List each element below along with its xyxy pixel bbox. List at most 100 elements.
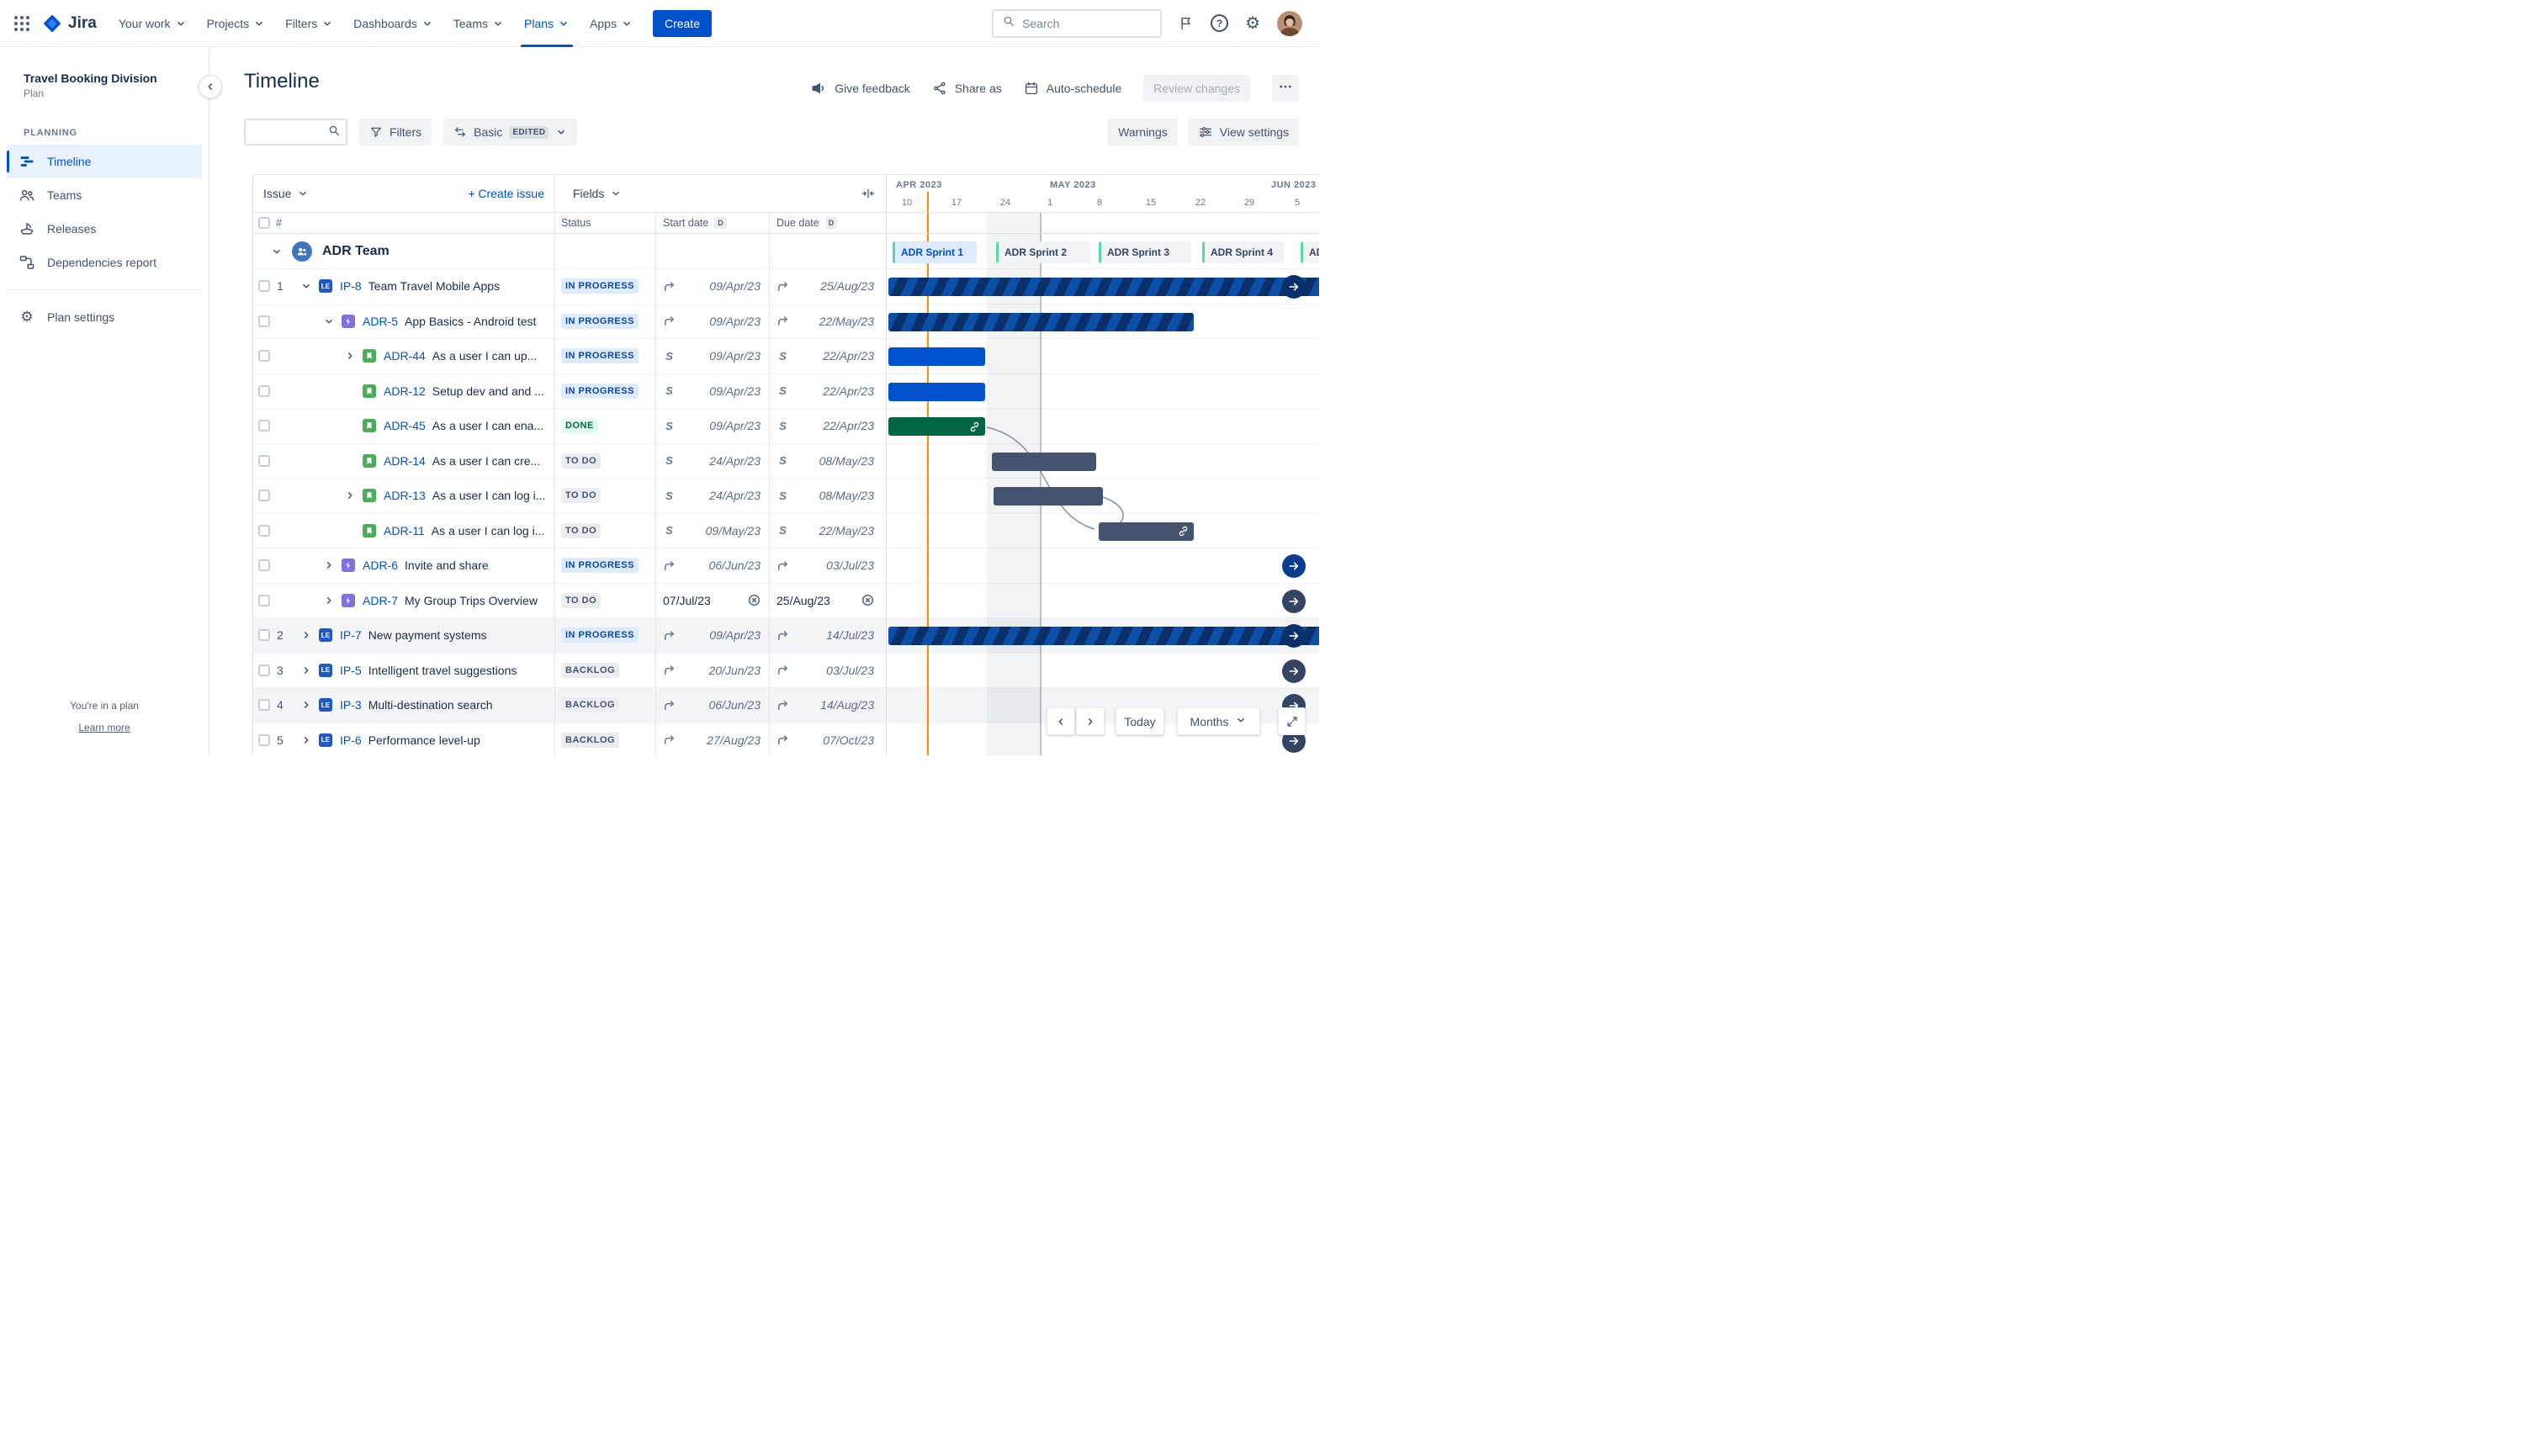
date-value[interactable]: 22/Apr/23 xyxy=(823,384,874,398)
date-value[interactable]: 09/Apr/23 xyxy=(709,279,761,293)
bar-continues-icon[interactable] xyxy=(1282,275,1306,299)
expand-chevron-icon[interactable] xyxy=(299,628,313,642)
issue-key-link[interactable]: ADR-5 xyxy=(363,315,398,328)
status-cell[interactable]: IN PROGRESS xyxy=(554,269,655,304)
date-value[interactable]: 09/Apr/23 xyxy=(709,628,761,642)
issue-key-link[interactable]: ADR-7 xyxy=(363,594,398,607)
nav-item-filters[interactable]: Filters xyxy=(275,0,343,47)
issue-key-link[interactable]: ADR-13 xyxy=(384,489,426,502)
bar-offscreen-icon[interactable] xyxy=(1282,554,1306,578)
dependency-link-icon[interactable] xyxy=(1178,526,1189,537)
sidebar-item-releases[interactable]: Releases xyxy=(7,212,202,246)
date-value[interactable]: 22/May/23 xyxy=(819,524,874,537)
nav-item-dashboards[interactable]: Dashboards xyxy=(343,0,443,47)
schedule-bar[interactable] xyxy=(1099,522,1194,541)
issue-summary[interactable]: As a user I can log i... xyxy=(432,489,554,502)
nav-item-plans[interactable]: Plans xyxy=(514,0,580,47)
issue-summary[interactable]: Invite and share xyxy=(405,559,497,572)
issue-column-label[interactable]: Issue xyxy=(263,187,291,200)
issue-key-link[interactable]: IP-5 xyxy=(340,664,362,677)
row-checkbox[interactable] xyxy=(258,384,270,397)
view-settings-button[interactable]: View settings xyxy=(1187,119,1299,146)
status-cell[interactable]: TO DO xyxy=(554,444,655,479)
collapse-chevron-icon[interactable] xyxy=(270,245,284,258)
due-date-cell[interactable]: S 22/Apr/23 xyxy=(769,374,886,409)
sprint-bar[interactable]: ADR Sprint 5 xyxy=(1301,241,1319,263)
zoom-level-dropdown[interactable]: Months xyxy=(1177,707,1260,735)
sprint-bar[interactable]: ADR Sprint 4 xyxy=(1202,241,1284,263)
chevron-down-icon[interactable] xyxy=(610,188,622,199)
due-date-cell[interactable]: 14/Jul/23 xyxy=(769,618,886,653)
issue-key-link[interactable]: IP-3 xyxy=(340,698,362,712)
start-date-cell[interactable]: S 09/May/23 xyxy=(655,514,769,548)
date-value[interactable]: 20/Jun/23 xyxy=(709,664,761,677)
due-date-cell[interactable]: S 22/Apr/23 xyxy=(769,409,886,443)
bar-offscreen-icon[interactable] xyxy=(1282,659,1306,683)
sidebar-item-teams[interactable]: Teams xyxy=(7,178,202,212)
issue-summary[interactable]: New payment systems xyxy=(368,628,496,642)
help-icon[interactable]: ? xyxy=(1211,14,1229,32)
status-cell[interactable]: BACKLOG xyxy=(554,723,655,756)
sprint-bar[interactable]: ADR Sprint 2 xyxy=(996,241,1090,263)
row-checkbox[interactable] xyxy=(258,490,270,502)
start-date-cell[interactable]: 07/Jul/23 xyxy=(655,584,769,618)
schedule-bar[interactable] xyxy=(888,312,1194,331)
bar-continues-icon[interactable] xyxy=(1282,624,1306,648)
start-date-cell[interactable]: 09/Apr/23 xyxy=(655,618,769,653)
sidebar-item-dependencies-report[interactable]: Dependencies report xyxy=(7,246,202,279)
app-switcher-icon[interactable] xyxy=(8,10,35,37)
date-value[interactable]: 09/Apr/23 xyxy=(709,384,761,398)
row-checkbox[interactable] xyxy=(258,420,270,432)
collapse-columns-icon[interactable] xyxy=(861,186,876,201)
status-cell[interactable]: TO DO xyxy=(554,479,655,513)
date-value[interactable]: 24/Apr/23 xyxy=(709,489,761,502)
settings-gear-icon[interactable]: ⚙ xyxy=(1245,15,1260,32)
give-feedback-button[interactable]: Give feedback xyxy=(810,80,910,97)
issue-summary[interactable]: As a user I can up... xyxy=(432,349,546,363)
status-cell[interactable]: DONE xyxy=(554,409,655,443)
row-checkbox[interactable] xyxy=(258,559,270,572)
schedule-bar[interactable] xyxy=(888,347,985,366)
due-date-cell[interactable]: 14/Aug/23 xyxy=(769,688,886,723)
nav-item-apps[interactable]: Apps xyxy=(580,0,643,47)
due-date-cell[interactable]: 03/Jul/23 xyxy=(769,654,886,688)
row-checkbox[interactable] xyxy=(258,350,270,363)
status-cell[interactable]: TO DO xyxy=(554,514,655,548)
date-value[interactable]: 09/Apr/23 xyxy=(709,315,761,328)
date-value[interactable]: 08/May/23 xyxy=(819,454,874,468)
start-date-cell[interactable]: 09/Apr/23 xyxy=(655,269,769,304)
start-date-cell[interactable]: S 24/Apr/23 xyxy=(655,479,769,513)
schedule-bar[interactable] xyxy=(888,627,1319,645)
user-avatar[interactable] xyxy=(1277,10,1302,36)
row-checkbox[interactable] xyxy=(258,315,270,327)
date-value[interactable]: 27/Aug/23 xyxy=(707,733,761,747)
row-checkbox[interactable] xyxy=(258,454,270,467)
date-value[interactable]: 07/Oct/23 xyxy=(823,733,874,747)
issue-summary[interactable]: As a user I can cre... xyxy=(432,454,549,468)
share-as-button[interactable]: Share as xyxy=(932,81,1002,96)
flag-icon[interactable] xyxy=(1179,16,1194,31)
start-date-cell[interactable]: S 09/Apr/23 xyxy=(655,409,769,443)
issue-summary[interactable]: Multi-destination search xyxy=(368,698,501,712)
schedule-bar[interactable] xyxy=(888,417,985,436)
schedule-bar[interactable] xyxy=(888,278,1319,296)
date-value[interactable]: 08/May/23 xyxy=(819,489,874,502)
row-checkbox[interactable] xyxy=(258,629,270,642)
search-input[interactable] xyxy=(1022,16,1153,30)
date-value[interactable]: 06/Jun/23 xyxy=(709,698,761,712)
collapse-chevron-icon[interactable] xyxy=(299,279,313,293)
create-button[interactable]: Create xyxy=(652,9,712,37)
due-date-cell[interactable]: S 22/Apr/23 xyxy=(769,339,886,373)
review-changes-button[interactable]: Review changes xyxy=(1143,75,1250,102)
start-date-cell[interactable]: 27/Aug/23 xyxy=(655,723,769,756)
status-column-label[interactable]: Status xyxy=(561,217,591,229)
date-value[interactable]: 07/Jul/23 xyxy=(663,594,711,607)
issue-key-link[interactable]: ADR-11 xyxy=(384,524,425,537)
remove-date-icon[interactable] xyxy=(861,594,874,606)
row-checkbox[interactable] xyxy=(258,280,270,293)
due-date-cell[interactable]: S 08/May/23 xyxy=(769,444,886,479)
due-date-cell[interactable]: 07/Oct/23 xyxy=(769,723,886,756)
due-date-cell[interactable]: S 08/May/23 xyxy=(769,479,886,513)
dependency-link-icon[interactable] xyxy=(969,421,980,432)
row-checkbox[interactable] xyxy=(258,524,270,537)
